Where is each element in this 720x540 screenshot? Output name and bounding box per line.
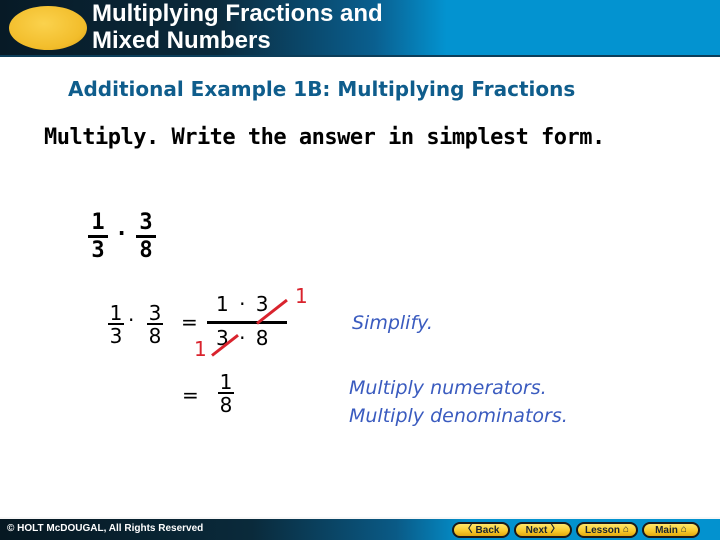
chevron-right-icon: 〉 (550, 524, 561, 535)
chevron-left-icon: 〈 (462, 524, 473, 535)
combined-numerator: 1 · 3 (216, 292, 271, 316)
worked-solution: 1 3 · 3 8 = 1 · 3 3 · 8 1 1 = 1 8 (0, 0, 720, 540)
denominator: 8 (148, 324, 162, 348)
home-icon: ⌂ (680, 524, 687, 535)
next-button-label: Next (525, 524, 548, 536)
lesson-button-label: Lesson (584, 524, 620, 536)
main-button[interactable]: Main ⌂ (642, 522, 700, 538)
step1-fraction-2: 3 8 (147, 303, 163, 346)
fraction-bar (207, 321, 287, 324)
equals-sign: = (182, 383, 199, 407)
cancel-result-numerator: 1 (295, 284, 308, 308)
lesson-button[interactable]: Lesson ⌂ (576, 522, 638, 538)
back-button[interactable]: 〈 Back (452, 522, 510, 538)
result-fraction: 1 8 (218, 372, 234, 415)
numerator: 1 (219, 370, 233, 394)
home-icon: ⌂ (622, 524, 630, 535)
equals-sign: = (181, 310, 198, 334)
next-button[interactable]: Next 〉 (514, 522, 572, 538)
denominator: 3 (109, 324, 123, 348)
multiply-operator: · (128, 308, 135, 332)
note-simplify: Simplify. (352, 312, 433, 334)
copyright-text: © HOLT McDOUGAL, All Rights Reserved (7, 523, 204, 534)
footer-bar: © HOLT McDOUGAL, All Rights Reserved 〈 B… (0, 517, 720, 540)
numerator: 3 (148, 301, 162, 325)
back-button-label: Back (475, 524, 500, 536)
note-multiply-denominators: Multiply denominators. (349, 405, 568, 427)
cancel-result-denominator: 1 (194, 337, 207, 361)
note-multiply-numerators: Multiply numerators. (349, 377, 547, 399)
main-button-label: Main (655, 524, 678, 536)
step1-fraction-1: 1 3 (108, 303, 124, 346)
numerator: 1 (109, 301, 123, 325)
denominator: 8 (219, 393, 233, 417)
note-multiply: Multiply numerators. Multiply denominato… (349, 374, 568, 430)
